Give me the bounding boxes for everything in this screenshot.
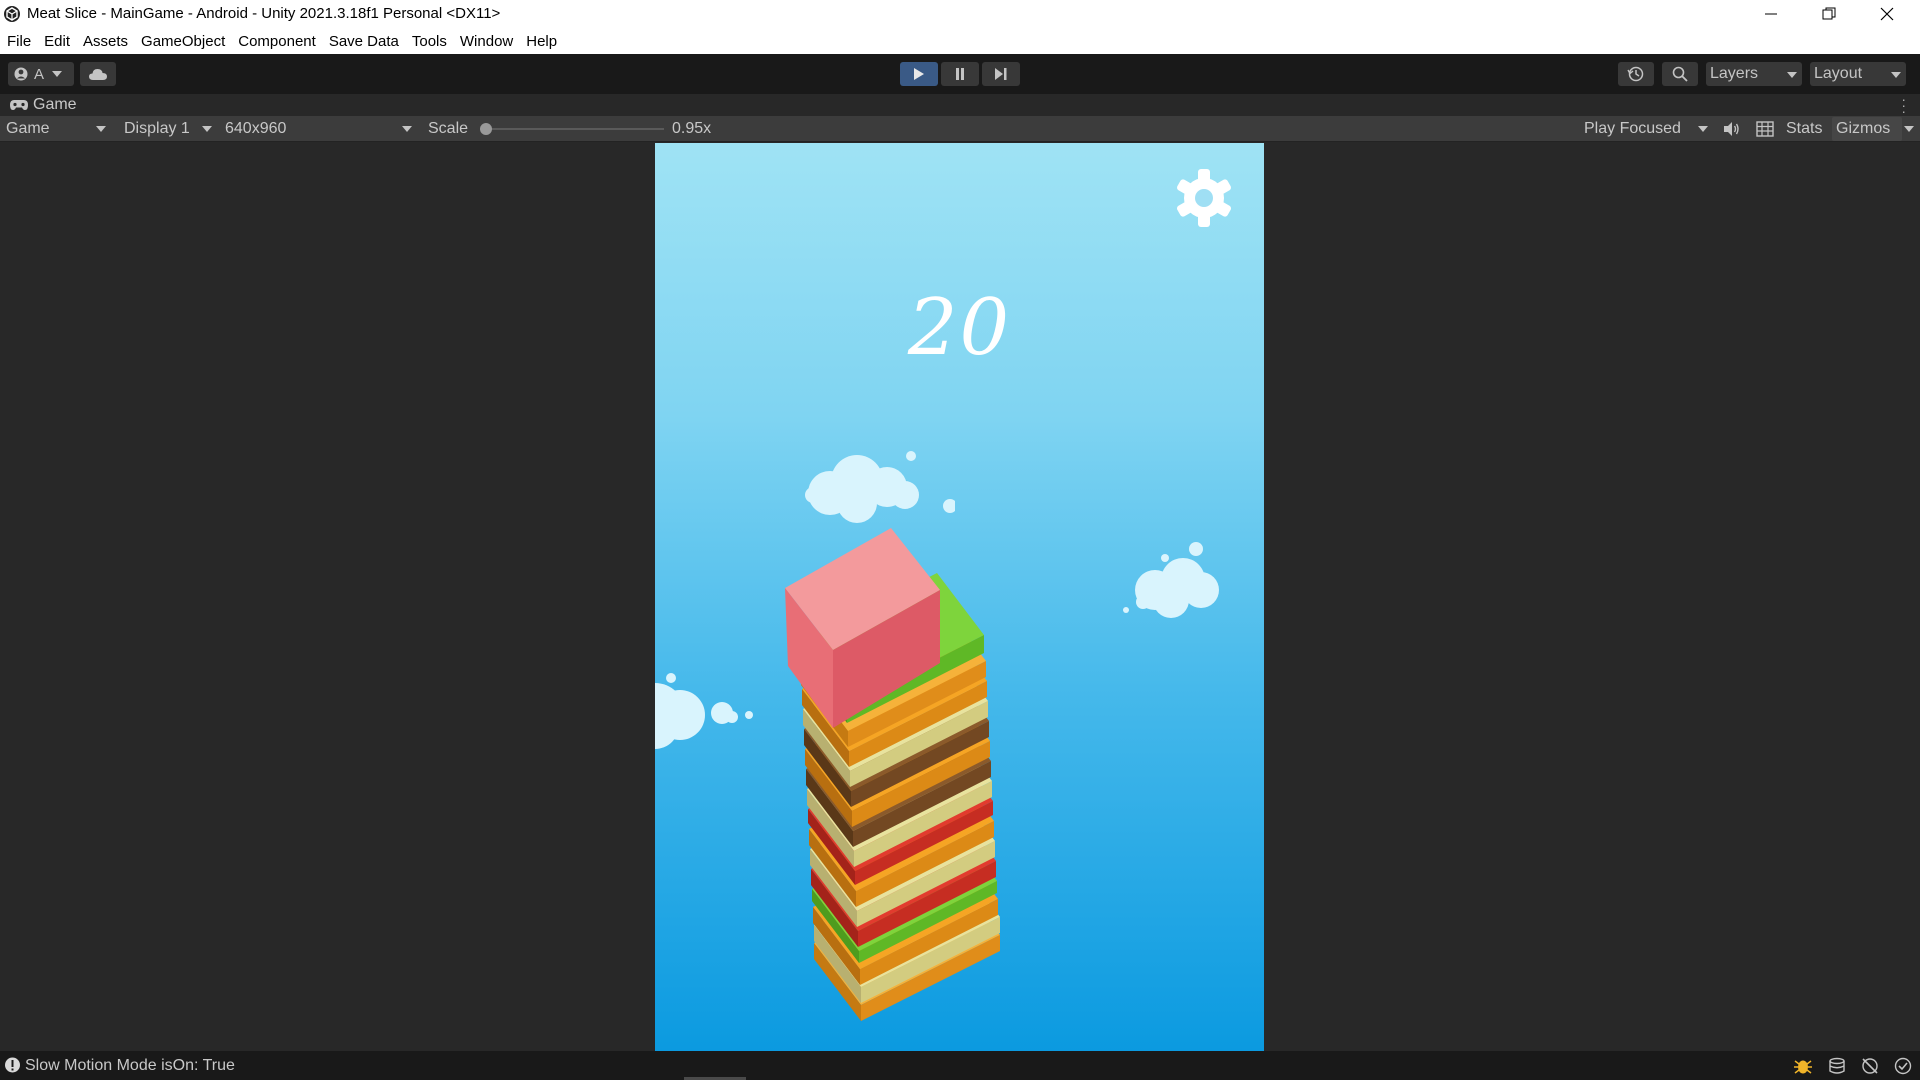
tab-game[interactable]: Game xyxy=(0,94,90,116)
layers-dropdown[interactable]: Layers xyxy=(1706,62,1802,86)
restore-button[interactable] xyxy=(1800,0,1858,28)
window-title: Meat Slice - MainGame - Android - Unity … xyxy=(27,5,501,22)
menu-window[interactable]: Window xyxy=(460,33,513,50)
layout-label: Layout xyxy=(1814,65,1863,82)
cloud-icon xyxy=(89,69,107,80)
title-bar: Meat Slice - MainGame - Android - Unity … xyxy=(0,0,1920,28)
tab-game-label: Game xyxy=(33,96,77,113)
menu-component[interactable]: Component xyxy=(238,33,316,50)
cache-server-icon[interactable] xyxy=(1827,1056,1847,1076)
menu-assets[interactable]: Assets xyxy=(83,33,128,50)
game-render[interactable]: 20 xyxy=(655,143,1264,1051)
restore-icon xyxy=(1822,7,1836,20)
close-button[interactable] xyxy=(1858,0,1916,28)
scale-slider[interactable] xyxy=(480,123,664,135)
debug-bug-icon[interactable] xyxy=(1793,1056,1813,1076)
resolution-dropdown[interactable]: 640x960 xyxy=(219,116,418,142)
unity-logo-icon xyxy=(4,6,20,22)
status-bar: Slow Motion Mode isOn: True xyxy=(0,1051,1920,1080)
play-mode-label: Play Focused xyxy=(1584,120,1681,137)
chevron-down-icon xyxy=(202,126,212,132)
view-mode-label: Game xyxy=(6,120,50,137)
menu-edit[interactable]: Edit xyxy=(44,33,70,50)
gizmos-button[interactable]: Gizmos xyxy=(1832,117,1902,141)
layout-dropdown[interactable]: Layout xyxy=(1810,62,1906,86)
play-mode-dropdown[interactable]: Play Focused xyxy=(1578,116,1714,142)
step-button[interactable] xyxy=(982,62,1020,86)
main-toolbar: A Layers Layout xyxy=(0,54,1920,94)
mute-audio-button[interactable] xyxy=(1722,120,1740,143)
gamepad-icon xyxy=(10,100,28,110)
search-button[interactable] xyxy=(1662,62,1698,86)
status-message[interactable]: Slow Motion Mode isOn: True xyxy=(25,1057,235,1075)
scale-value: 0.95x xyxy=(672,120,712,137)
cloud-left-upper xyxy=(805,451,955,523)
cloud-left-lower xyxy=(655,673,753,749)
gizmos-label: Gizmos xyxy=(1836,120,1891,137)
chevron-down-icon xyxy=(1698,126,1708,132)
account-label: A xyxy=(34,65,45,83)
network-off-icon[interactable] xyxy=(1860,1056,1880,1076)
pause-button[interactable] xyxy=(941,62,979,86)
game-view-toolbar: Game Display 1 640x960 Scale 0.95x Play … xyxy=(0,116,1920,142)
food-stack-tower xyxy=(785,528,1000,1021)
info-icon xyxy=(5,1057,20,1073)
cloud-right xyxy=(1123,542,1219,618)
undo-history-button[interactable] xyxy=(1618,62,1654,86)
display-dropdown[interactable]: Display 1 xyxy=(118,116,218,142)
history-icon xyxy=(1627,66,1644,82)
chevron-down-icon xyxy=(96,126,106,132)
menu-file[interactable]: File xyxy=(7,33,31,50)
speaker-icon xyxy=(1724,122,1739,136)
aspect-grid-button[interactable] xyxy=(1756,121,1774,142)
gear-icon[interactable] xyxy=(1173,167,1235,229)
minimize-button[interactable] xyxy=(1742,0,1800,28)
resolution-label: 640x960 xyxy=(225,120,287,137)
display-label: Display 1 xyxy=(124,120,190,137)
view-mode-dropdown[interactable]: Game xyxy=(0,116,112,142)
menu-tools[interactable]: Tools xyxy=(412,33,447,50)
account-icon xyxy=(14,67,28,81)
menu-bar: File Edit Assets GameObject Component Sa… xyxy=(0,28,1920,54)
account-dropdown[interactable]: A xyxy=(8,62,74,86)
progress-check-icon[interactable] xyxy=(1893,1056,1913,1076)
play-icon xyxy=(914,68,924,80)
stats-button[interactable]: Stats xyxy=(1786,116,1822,142)
menu-gameobject[interactable]: GameObject xyxy=(141,33,225,50)
chevron-down-icon xyxy=(1904,126,1914,132)
tab-options-icon[interactable]: · · · xyxy=(1901,92,1906,118)
cloud-button[interactable] xyxy=(80,62,116,86)
step-icon xyxy=(995,68,1007,80)
scale-slider-thumb[interactable] xyxy=(480,123,492,135)
pause-icon xyxy=(956,68,964,80)
chevron-down-icon xyxy=(52,71,63,77)
menu-save-data[interactable]: Save Data xyxy=(329,33,399,50)
scale-label: Scale xyxy=(428,120,469,137)
menu-help[interactable]: Help xyxy=(526,33,557,50)
chevron-down-icon xyxy=(1787,72,1797,78)
grid-icon xyxy=(1756,121,1774,137)
tab-bar: Game · · · xyxy=(0,92,1920,118)
gizmos-dropdown[interactable] xyxy=(1902,116,1920,142)
chevron-down-icon xyxy=(402,126,412,132)
search-icon xyxy=(1672,66,1688,82)
close-icon xyxy=(1880,7,1894,21)
minimize-icon xyxy=(1765,13,1777,15)
chevron-down-icon xyxy=(1891,72,1901,78)
play-button[interactable] xyxy=(900,62,938,86)
score-display: 20 xyxy=(907,283,1012,373)
layers-label: Layers xyxy=(1710,65,1759,82)
